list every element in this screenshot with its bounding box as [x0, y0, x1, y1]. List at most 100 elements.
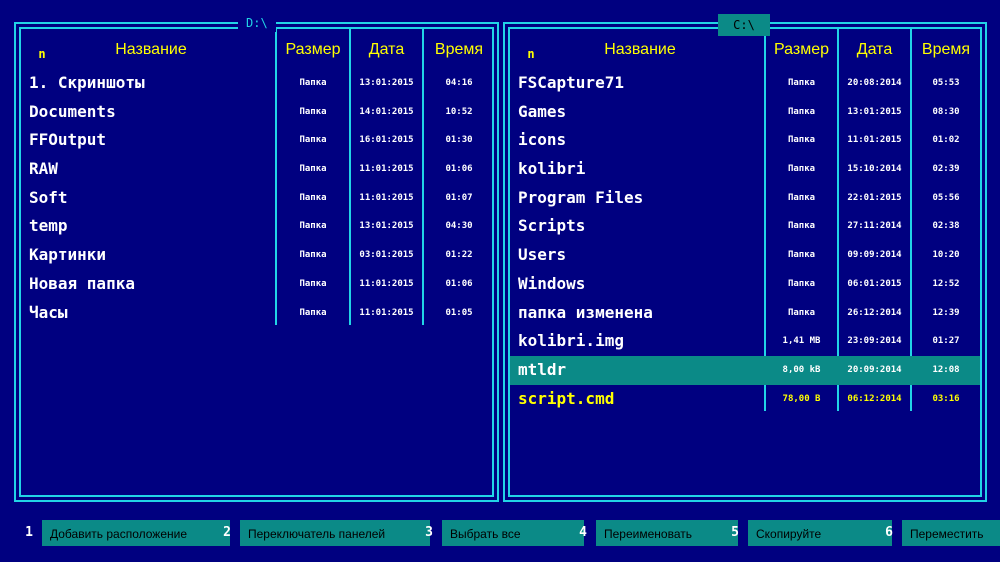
- time-column-header[interactable]: Время: [912, 39, 980, 61]
- file-size: Папка: [787, 135, 816, 146]
- function-key-button[interactable]: Переименовать: [596, 520, 738, 546]
- file-time: 03:16: [932, 393, 960, 404]
- date-column-header[interactable]: Дата: [839, 39, 910, 61]
- function-key-button[interactable]: Добавить расположение: [42, 520, 230, 546]
- file-row[interactable]: Картинки Папка 03:01:2015 01:22: [21, 241, 492, 270]
- file-size: Папка: [299, 250, 327, 261]
- file-list: 1. Скриншоты Папка 13:01:2015 04:16 Document…: [21, 69, 492, 327]
- function-key-button[interactable]: Скопируйте: [748, 520, 892, 546]
- file-name: mtldr: [518, 359, 567, 379]
- file-row[interactable]: Soft Папка 11:01:2015 01:07: [21, 184, 492, 213]
- file-time: 01:02: [932, 135, 960, 146]
- file-name: temp: [29, 216, 68, 236]
- file-row[interactable]: FFOutput Папка 16:01:2015 01:30: [21, 126, 492, 155]
- file-row[interactable]: RAW Папка 11:01:2015 01:06: [21, 155, 492, 184]
- date-column-header[interactable]: Дата: [351, 39, 422, 61]
- file-name: Documents: [29, 101, 116, 121]
- file-row[interactable]: папка изменена Папка 26:12:2014 12:39: [510, 299, 980, 328]
- time-column-header[interactable]: Время: [424, 39, 494, 61]
- file-row[interactable]: FSCapture71 Папка 20:08:2014 05:53: [510, 69, 980, 98]
- file-name: Scripts: [518, 216, 586, 236]
- file-name: папка изменена: [518, 302, 653, 322]
- file-date: 16:01:2015: [359, 135, 414, 146]
- file-size: Папка: [787, 192, 816, 203]
- function-key-button[interactable]: Переместить: [902, 520, 1000, 546]
- file-row[interactable]: Documents Папка 14:01:2015 10:52: [21, 98, 492, 127]
- file-time: 01:05: [445, 307, 473, 318]
- file-name: kolibri.img: [518, 331, 624, 351]
- function-key-3[interactable]: 3 Выбрать все: [422, 520, 584, 546]
- file-name: Users: [518, 245, 567, 265]
- file-row[interactable]: kolibri.img 1,41 MB 23:09:2014 01:27: [510, 327, 980, 356]
- file-row[interactable]: Часы Папка 11:01:2015 01:05: [21, 299, 492, 328]
- size-column-header[interactable]: Размер: [766, 39, 837, 61]
- file-date: 22:01:2015: [847, 192, 902, 203]
- file-row[interactable]: mtldr 8,00 kB 20:09:2014 12:08: [510, 355, 980, 385]
- file-row[interactable]: Users Папка 09:09:2014 10:20: [510, 241, 980, 270]
- current-path-label: C:\: [718, 14, 770, 36]
- file-size: Папка: [299, 192, 327, 203]
- file-time: 01:06: [445, 278, 473, 289]
- current-path-label: D:\: [238, 14, 276, 32]
- file-time: 10:20: [932, 250, 960, 261]
- file-name: Games: [518, 101, 567, 121]
- file-date: 13:01:2015: [359, 221, 414, 232]
- file-row[interactable]: Scripts Папка 27:11:2014 02:38: [510, 212, 980, 241]
- file-time: 02:38: [932, 221, 960, 232]
- file-date: 13:01:2015: [847, 106, 902, 117]
- file-date: 03:01:2015: [359, 250, 414, 261]
- file-size: Папка: [299, 221, 327, 232]
- file-row[interactable]: Новая папка Папка 11:01:2015 01:06: [21, 270, 492, 299]
- file-row[interactable]: 1. Скриншоты Папка 13:01:2015 04:16: [21, 69, 492, 98]
- marker-column-header: n: [527, 47, 535, 61]
- file-time: 10:52: [445, 106, 473, 117]
- file-size: Папка: [787, 278, 816, 289]
- right-file-panel[interactable]: n Название Размер Дата Время FSCapture71…: [503, 14, 987, 502]
- file-size: Папка: [299, 278, 327, 289]
- left-file-panel[interactable]: n Название Размер Дата Время 1. Скриншот…: [14, 14, 499, 502]
- file-row[interactable]: Program Files Папка 22:01:2015 05:56: [510, 184, 980, 213]
- file-size: Папка: [787, 250, 816, 261]
- function-key-1[interactable]: 1 Добавить расположение: [22, 520, 230, 546]
- file-date: 11:01:2015: [359, 278, 414, 289]
- function-key-bar: 1 Добавить расположение 2 Переключатель пан…: [0, 520, 1000, 546]
- file-name: 1. Скриншоты: [29, 73, 145, 92]
- name-column-header[interactable]: Название: [570, 39, 710, 61]
- file-date: 20:09:2014: [847, 364, 902, 375]
- file-row[interactable]: kolibri Папка 15:10:2014 02:39: [510, 155, 980, 184]
- size-column-header[interactable]: Размер: [277, 39, 349, 61]
- file-size: Папка: [787, 307, 816, 318]
- function-key-button[interactable]: Переключатель панелей: [240, 520, 430, 546]
- file-name: FFOutput: [29, 130, 107, 150]
- file-date: 11:01:2015: [359, 164, 414, 175]
- file-name: icons: [518, 130, 567, 150]
- marker-column-header: n: [38, 47, 46, 61]
- function-key-5[interactable]: 5 Скопируйте: [728, 520, 892, 546]
- file-time: 01:07: [445, 192, 473, 203]
- file-name: Program Files: [518, 187, 644, 207]
- right-panel-inner-frame: n Название Размер Дата Время FSCapture71…: [508, 27, 982, 497]
- file-date: 20:08:2014: [847, 78, 902, 88]
- file-time: 01:27: [932, 336, 960, 347]
- file-time: 04:16: [445, 78, 473, 88]
- file-size: Папка: [299, 135, 327, 146]
- file-time: 01:22: [445, 250, 473, 261]
- file-row[interactable]: Games Папка 13:01:2015 08:30: [510, 98, 980, 127]
- file-time: 02:39: [932, 164, 960, 175]
- file-date: 06:01:2015: [847, 278, 902, 289]
- file-row[interactable]: icons Папка 11:01:2015 01:02: [510, 126, 980, 155]
- name-column-header[interactable]: Название: [81, 39, 221, 61]
- file-row[interactable]: temp Папка 13:01:2015 04:30: [21, 212, 492, 241]
- file-size: Папка: [787, 164, 816, 175]
- function-key-4[interactable]: 4 Переименовать: [576, 520, 738, 546]
- file-row[interactable]: script.cmd 78,00 B 06:12:2014 03:16: [510, 385, 980, 414]
- function-key-6[interactable]: 6 Переместить: [882, 520, 1000, 546]
- function-key-button[interactable]: Выбрать все: [442, 520, 584, 546]
- file-time: 12:39: [932, 307, 960, 318]
- file-name: Windows: [518, 273, 586, 293]
- file-name: script.cmd: [518, 388, 615, 408]
- file-date: 23:09:2014: [847, 336, 902, 347]
- function-key-2[interactable]: 2 Переключатель панелей: [220, 520, 430, 546]
- file-row[interactable]: Windows Папка 06:01:2015 12:52: [510, 270, 980, 299]
- file-date: 06:12:2014: [847, 393, 902, 404]
